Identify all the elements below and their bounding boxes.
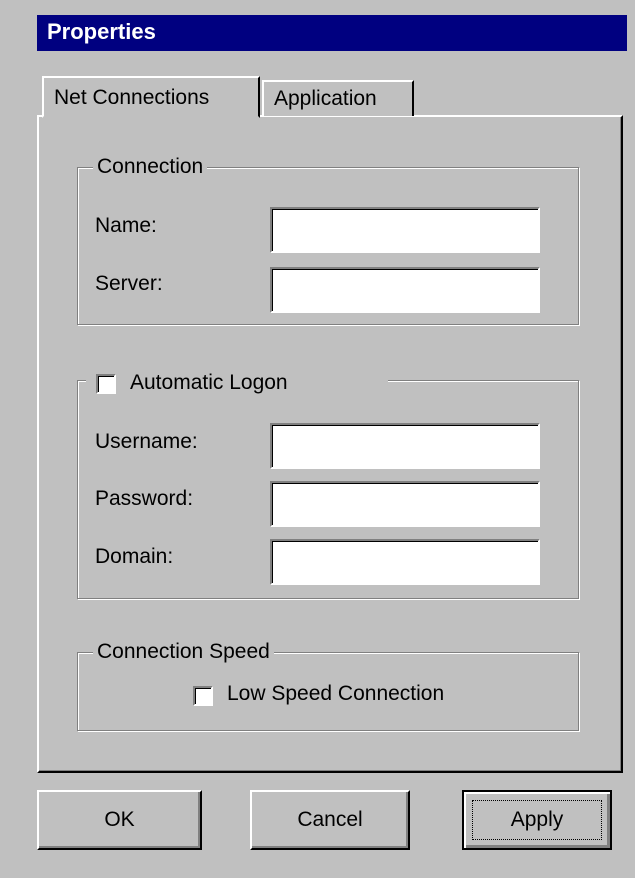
server-field[interactable] <box>270 267 540 313</box>
tab-label: Application <box>274 87 377 110</box>
domain-field[interactable] <box>270 539 540 585</box>
tab-net-connections[interactable]: Net Connections <box>42 76 260 118</box>
automatic-logon-checkbox[interactable] <box>96 374 116 394</box>
cancel-button-label: Cancel <box>297 808 363 831</box>
properties-dialog: Properties Net Connections Application C… <box>0 0 635 878</box>
tab-application[interactable]: Application <box>262 80 414 116</box>
cancel-button[interactable]: Cancel <box>250 790 410 850</box>
title-bar[interactable]: Properties <box>37 15 627 51</box>
connection-group-legend: Connection <box>93 155 208 179</box>
apply-button[interactable]: Apply <box>462 790 612 850</box>
ok-button[interactable]: OK <box>37 790 202 850</box>
name-label: Name: <box>95 214 157 237</box>
password-field[interactable] <box>270 481 540 527</box>
username-label: Username: <box>95 430 198 453</box>
name-field[interactable] <box>270 207 540 253</box>
low-speed-checkbox[interactable] <box>193 686 213 706</box>
password-label: Password: <box>95 487 194 510</box>
username-field[interactable] <box>270 423 540 469</box>
window-title: Properties <box>47 19 156 44</box>
apply-button-label: Apply <box>510 808 564 831</box>
tab-label: Net Connections <box>54 86 210 109</box>
ok-button-label: OK <box>104 808 135 831</box>
low-speed-label[interactable]: Low Speed Connection <box>227 682 444 706</box>
connection-speed-legend: Connection Speed <box>93 640 274 664</box>
server-label: Server: <box>95 272 163 295</box>
domain-label: Domain: <box>95 545 174 568</box>
automatic-logon-label[interactable]: Automatic Logon <box>130 371 288 395</box>
